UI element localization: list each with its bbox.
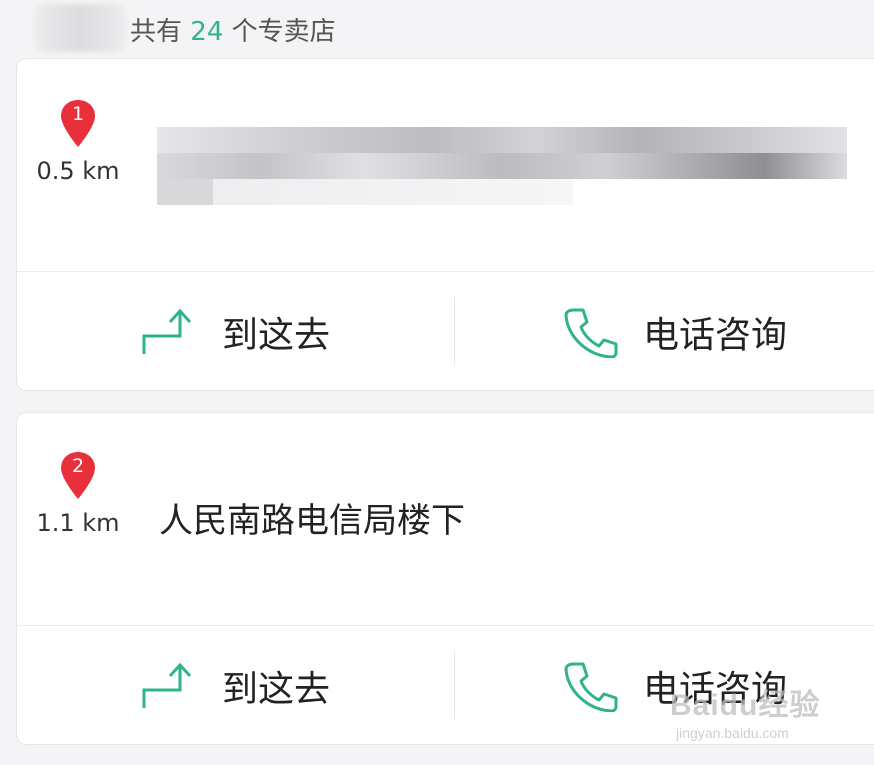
store-count-text: 共有 24 个专卖店 [130,14,336,50]
store-rank: 2 [71,455,85,477]
baidu-watermark: Baidu经验 jingyan.baidu.com [670,688,860,748]
call-button[interactable]: 电话咨询 [455,273,874,390]
navigate-label: 到这去 [221,669,330,710]
navigate-button[interactable]: 到这去 [17,627,453,744]
phone-icon [564,308,618,358]
watermark-brand: Baidu经验 [670,689,821,722]
turn-arrow-icon [142,662,192,708]
store-rank: 1 [71,103,85,125]
navigate-button[interactable]: 到这去 [17,273,453,390]
watermark-url: jingyan.baidu.com [676,725,789,741]
card-divider [17,271,874,272]
store-count-suffix: 个专卖店 [231,17,336,47]
call-label: 电话咨询 [643,315,788,356]
obscured-header-text [34,4,126,52]
store-count-number: 24 [190,17,224,47]
map-pin-icon: 1 [59,99,97,149]
store-count-prefix: 共有 [130,17,183,47]
turn-arrow-icon [142,308,192,354]
phone-icon [564,662,618,712]
map-pin-icon: 2 [59,451,97,501]
obscured-address [157,121,847,209]
store-address: 人民南路电信局楼下 [159,501,465,541]
store-distance: 0.5 km [36,157,120,185]
store-distance: 1.1 km [36,509,120,537]
store-count-header: 共有 24 个专卖店 [0,0,874,58]
card-divider [17,625,874,626]
navigate-label: 到这去 [221,315,330,356]
store-card[interactable]: 1 0.5 km 到这去 电话咨询 [16,58,874,391]
